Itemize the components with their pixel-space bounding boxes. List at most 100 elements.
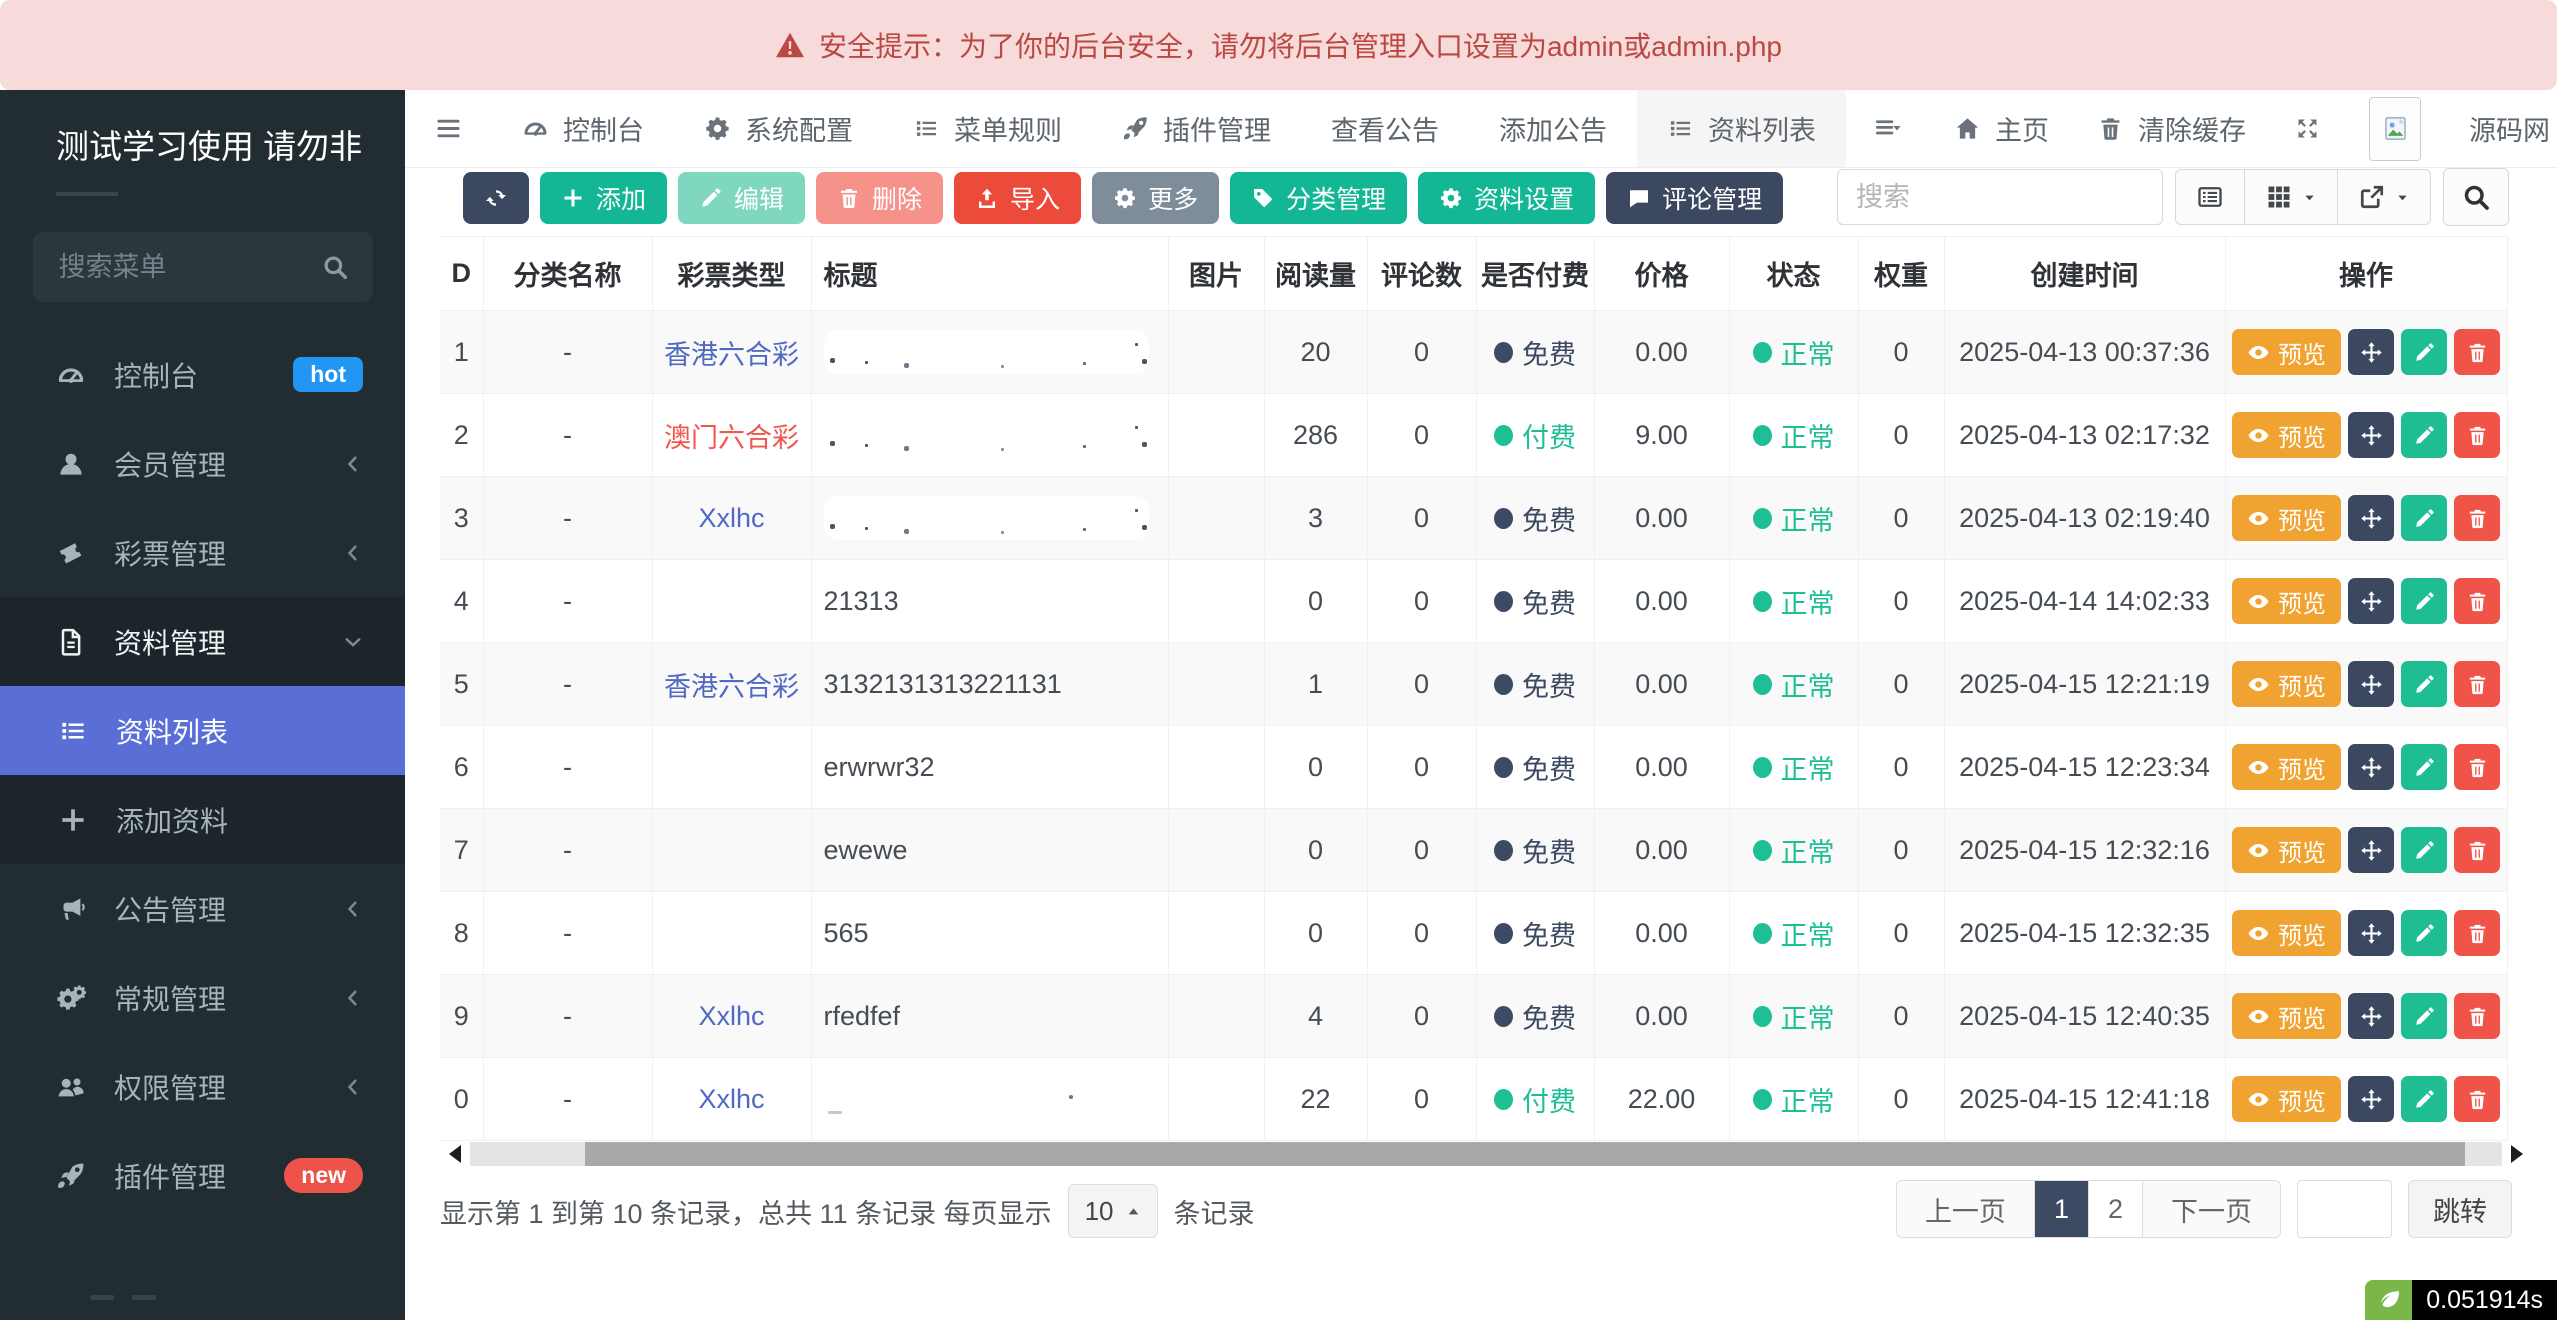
delete-row-button[interactable] [2454,744,2500,790]
nav-system-config[interactable]: 系统配置 [674,90,883,167]
delete-row-button[interactable] [2454,578,2500,624]
jump-page-input[interactable] [2297,1180,2392,1238]
move-button[interactable] [2348,578,2394,624]
delete-row-button[interactable] [2454,827,2500,873]
sidebar-item-notice[interactable]: 公告管理 [0,864,405,953]
preview-button[interactable]: 预览 [2232,993,2341,1039]
search-icon[interactable] [321,253,349,281]
tag-icon [1254,189,1273,208]
nav-collapse[interactable] [405,90,492,167]
page-button-1[interactable]: 1 [2033,1181,2088,1237]
security-banner: 安全提示：为了你的后台安全，请勿将后台管理入口设置为admin或admin.ph… [0,0,2557,90]
move-button[interactable] [2348,495,2394,541]
move-button[interactable] [2348,910,2394,956]
delete-button[interactable]: 删除 [816,172,944,224]
edit-row-button[interactable] [2401,661,2447,707]
detail-view-button[interactable] [2176,170,2244,224]
edit-row-button[interactable] [2401,495,2447,541]
sidebar-item-data-add[interactable]: 添加资料 [0,775,405,864]
nav-tabs-dropdown[interactable] [1846,90,1930,167]
scrollbar-thumb[interactable] [585,1142,2465,1166]
delete-row-button[interactable] [2454,1076,2500,1122]
edit-row-button[interactable] [2401,744,2447,790]
sidebar-item-permission[interactable]: 权限管理 [0,1042,405,1131]
sidebar-item-console[interactable]: 控制台 hot [0,330,405,419]
scroll-left-button[interactable] [440,1142,470,1166]
import-button[interactable]: 导入 [954,172,1082,224]
next-page-button[interactable]: 下一页 [2142,1181,2280,1237]
delete-row-button[interactable] [2454,495,2500,541]
preview-button[interactable]: 预览 [2232,1076,2341,1122]
delete-row-button[interactable] [2454,329,2500,375]
edit-row-button[interactable] [2401,827,2447,873]
nav-fullscreen[interactable] [2270,90,2345,167]
menu-search-input[interactable] [56,250,321,284]
nav-menu-rules[interactable]: 菜单规则 [883,90,1092,167]
delete-row-button[interactable] [2454,412,2500,458]
move-button[interactable] [2348,661,2394,707]
move-button[interactable] [2348,993,2394,1039]
lottery-type-link[interactable]: 澳门六合彩 [664,423,799,453]
move-button[interactable] [2348,329,2394,375]
lottery-type-link[interactable]: Xxlhc [698,1001,764,1031]
edit-row-button[interactable] [2401,910,2447,956]
page-size-select[interactable]: 10 [1067,1184,1158,1238]
nav-avatar[interactable] [2345,90,2445,167]
preview-button[interactable]: 预览 [2232,827,2341,873]
edit-row-button[interactable] [2401,1076,2447,1122]
prev-page-button[interactable]: 上一页 [1896,1181,2034,1237]
more-button[interactable]: 更多 [1092,172,1220,224]
sidebar-item-general[interactable]: 常规管理 [0,953,405,1042]
nav-console[interactable]: 控制台 [492,90,674,167]
page-button-2[interactable]: 2 [2087,1181,2142,1237]
nav-plugin-manage[interactable]: 插件管理 [1092,90,1301,167]
edit-row-button[interactable] [2401,993,2447,1039]
jump-button[interactable]: 跳转 [2408,1180,2512,1238]
move-button[interactable] [2348,412,2394,458]
add-button[interactable]: 添加 [540,172,668,224]
sidebar-item-plugins[interactable]: 插件管理 new [0,1131,405,1220]
export-button[interactable] [2337,170,2430,224]
sidebar-item-members[interactable]: 会员管理 [0,419,405,508]
move-button[interactable] [2348,827,2394,873]
sidebar-item-lottery[interactable]: 彩票管理 [0,508,405,597]
delete-row-button[interactable] [2454,661,2500,707]
move-button[interactable] [2348,1076,2394,1122]
sidebar-item-data-list[interactable]: 资料列表 [0,686,405,775]
refresh-button[interactable] [463,172,529,224]
nav-add-notice[interactable]: 添加公告 [1469,90,1637,167]
preview-button[interactable]: 预览 [2232,910,2341,956]
move-button[interactable] [2348,744,2394,790]
search-button[interactable] [2443,168,2509,226]
sidebar-item-data-manage[interactable]: 资料管理 [0,597,405,686]
nav-home[interactable]: 主页 [1930,90,2073,167]
nav-data-list-tab[interactable]: 资料列表 [1637,90,1846,167]
preview-button[interactable]: 预览 [2232,329,2341,375]
edit-row-button[interactable] [2401,578,2447,624]
preview-button[interactable]: 预览 [2232,412,2341,458]
edit-button[interactable]: 编辑 [678,172,806,224]
scrollbar-track[interactable] [470,1142,2502,1166]
preview-button[interactable]: 预览 [2232,744,2341,790]
preview-button[interactable]: 预览 [2232,495,2341,541]
delete-row-button[interactable] [2454,993,2500,1039]
trace-toggle[interactable] [2365,1280,2413,1320]
lottery-type-link[interactable]: Xxlhc [698,503,764,533]
scroll-right-button[interactable] [2502,1142,2532,1166]
preview-button[interactable]: 预览 [2232,578,2341,624]
columns-button[interactable] [2244,170,2337,224]
data-settings-button[interactable]: 资料设置 [1418,172,1596,224]
lottery-type-link[interactable]: Xxlhc [698,1084,764,1114]
lottery-type-link[interactable]: 香港六合彩 [664,340,799,370]
lottery-type-link[interactable]: 香港六合彩 [664,672,799,702]
nav-clear-cache[interactable]: 清除缓存 [2073,90,2270,167]
category-manage-button[interactable]: 分类管理 [1230,172,1408,224]
edit-row-button[interactable] [2401,412,2447,458]
preview-button[interactable]: 预览 [2232,661,2341,707]
delete-row-button[interactable] [2454,910,2500,956]
nav-source-site[interactable]: 源码网 [2445,90,2557,167]
comment-manage-button[interactable]: 评论管理 [1606,172,1784,224]
nav-view-notice[interactable]: 查看公告 [1301,90,1469,167]
table-search-input[interactable] [1837,169,2163,225]
edit-row-button[interactable] [2401,329,2447,375]
